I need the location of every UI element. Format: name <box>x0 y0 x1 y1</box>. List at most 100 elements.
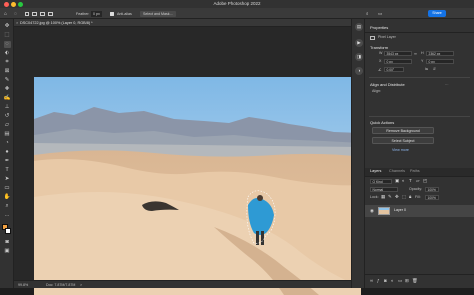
gradient-tool-icon[interactable]: ▤ <box>4 131 11 138</box>
learn-icon[interactable]: ▤ <box>355 23 363 31</box>
h-label: H <box>421 51 424 55</box>
share-button[interactable]: Share <box>428 9 446 17</box>
select-and-mask-button[interactable]: Select and Mask... <box>140 10 176 17</box>
filter-type-icon[interactable]: T <box>409 178 412 184</box>
eyedropper-tool-icon[interactable]: ✎ <box>4 77 11 84</box>
layer-thumbnail <box>378 207 390 215</box>
marquee-tool-icon[interactable]: ⬚ <box>4 32 11 39</box>
quick-actions-heading[interactable]: Quick Actions <box>370 120 394 125</box>
frame-tool-icon[interactable]: ⊠ <box>4 68 11 75</box>
blur-tool-icon[interactable]: ◔ <box>4 140 11 147</box>
panel-icon-strip: ▤ ▶ ◨ ◑ <box>351 19 365 288</box>
link-layers-icon[interactable]: ∞ <box>370 278 373 284</box>
type-tool-icon[interactable]: T <box>4 167 11 174</box>
align-label: Align: <box>372 89 381 93</box>
adjustments-icon[interactable]: ◑ <box>355 67 363 75</box>
tools-panel: ✥ ⬚ ◌ ⬖ ⌗ ⊠ ✎ ✚ ✍ ⊥ ↺ ▱ ▤ ◔ ● ✒ T ➤ ▭ ✋ … <box>0 19 14 288</box>
add-to-selection-icon[interactable] <box>32 11 37 16</box>
flip-horizontal-icon[interactable]: ⇋ <box>425 67 428 71</box>
clone-stamp-tool-icon[interactable]: ⊥ <box>4 104 11 111</box>
remove-background-button[interactable]: Remove Background <box>372 127 434 134</box>
new-selection-icon[interactable] <box>25 11 29 16</box>
lock-image-icon[interactable]: ✎ <box>388 194 392 200</box>
more-tools-icon[interactable]: … <box>4 212 11 219</box>
filter-adjustment-icon[interactable]: ◐ <box>402 178 405 184</box>
layers-tab[interactable]: Layers <box>370 168 381 175</box>
x-field[interactable]: 0 px <box>384 59 412 64</box>
adjustment-layer-icon[interactable]: ◐ <box>391 278 394 284</box>
feather-input[interactable]: 0 px <box>91 10 102 17</box>
search-icon[interactable]: ⌕ <box>366 11 369 17</box>
properties-tab[interactable]: Properties <box>370 25 388 30</box>
history-brush-tool-icon[interactable]: ↺ <box>4 113 11 120</box>
opacity-field[interactable]: 100% <box>425 187 439 192</box>
pen-tool-icon[interactable]: ✒ <box>4 158 11 165</box>
more-options-icon[interactable]: … <box>445 82 449 86</box>
object-selection-tool-icon[interactable]: ⬖ <box>4 50 11 57</box>
options-bar: ⌂ ◌ Feather: 0 px Anti-alias Select and … <box>0 8 474 19</box>
filter-shape-icon[interactable]: ▱ <box>416 178 419 184</box>
healing-brush-tool-icon[interactable]: ✚ <box>4 86 11 93</box>
rectangle-tool-icon[interactable]: ▭ <box>4 185 11 192</box>
link-icon[interactable]: ∞ <box>414 51 417 56</box>
move-tool-icon[interactable]: ✥ <box>4 23 11 30</box>
home-icon[interactable]: ⌂ <box>4 11 7 17</box>
layer-mask-icon[interactable]: ◙ <box>384 278 387 284</box>
intersect-selection-icon[interactable] <box>48 11 53 16</box>
screen-mode-icon[interactable]: ▣ <box>4 248 11 255</box>
width-field[interactable]: 3543 px <box>384 51 412 56</box>
background-color-swatch[interactable] <box>5 228 11 234</box>
lock-position-icon[interactable]: ✥ <box>395 194 399 200</box>
paths-tab[interactable]: Paths <box>410 168 420 175</box>
hand-tool-icon[interactable]: ✋ <box>4 194 11 201</box>
y-label: Y <box>421 59 424 63</box>
brush-tool-icon[interactable]: ✍ <box>4 95 11 102</box>
layer-row[interactable]: ◉ Layer 0 <box>365 205 474 217</box>
eraser-tool-icon[interactable]: ▱ <box>4 122 11 129</box>
lock-artboard-icon[interactable]: ⬚ <box>402 194 406 200</box>
visibility-eye-icon[interactable]: ◉ <box>370 208 374 214</box>
workspace-icon[interactable]: ▭ <box>378 11 382 17</box>
dodge-tool-icon[interactable]: ● <box>4 149 11 156</box>
delete-layer-icon[interactable]: 🗑︎ <box>412 278 418 284</box>
layer-type-label: Pixel Layer <box>378 35 396 39</box>
subtract-from-selection-icon[interactable] <box>40 11 45 16</box>
view-more-link[interactable]: View more <box>392 148 409 152</box>
transform-heading[interactable]: Transform <box>370 45 388 50</box>
height-field[interactable]: 2362 px <box>426 51 454 56</box>
lock-all-icon[interactable]: 🔒︎ <box>409 194 411 200</box>
zoom-tool-icon[interactable]: ⌕ <box>4 203 11 210</box>
select-subject-button[interactable]: Select Subject <box>372 137 434 144</box>
angle-field[interactable]: 0.00° <box>384 67 404 72</box>
flip-vertical-icon[interactable]: ⇵ <box>433 67 436 71</box>
anti-alias-checkbox[interactable] <box>110 11 114 16</box>
play-icon[interactable]: ▶ <box>355 39 363 47</box>
close-tab-icon[interactable]: × <box>16 19 18 27</box>
quick-mask-icon[interactable]: ◙ <box>4 239 11 246</box>
lasso-tool-icon[interactable]: ◌ <box>3 41 11 48</box>
layer-style-icon[interactable]: ƒ <box>377 278 380 284</box>
new-layer-icon[interactable]: ⊞ <box>405 278 409 284</box>
lock-transparent-icon[interactable]: ▦ <box>381 194 385 200</box>
fill-field[interactable]: 100% <box>425 195 439 200</box>
layer-name[interactable]: Layer 0 <box>394 208 406 212</box>
lasso-tool-icon[interactable]: ◌ <box>14 11 17 17</box>
group-icon[interactable]: ▭ <box>398 278 402 284</box>
canvas-area[interactable] <box>14 27 364 295</box>
document-tab[interactable]: × DSC04722.jpg @ 100% (Layer 0, RGB/8) * <box>14 19 364 27</box>
y-field[interactable]: 0 px <box>426 59 454 64</box>
path-selection-tool-icon[interactable]: ➤ <box>4 176 11 183</box>
filter-kind-select[interactable]: Q Kind <box>370 179 392 184</box>
filter-pixel-icon[interactable]: ▣ <box>395 178 399 184</box>
divider <box>365 176 474 177</box>
divider <box>365 274 474 275</box>
channels-tab[interactable]: Channels <box>389 168 405 175</box>
canvas-image[interactable] <box>34 77 361 295</box>
align-heading[interactable]: Align and Distribute <box>370 82 405 87</box>
opacity-label: Opacity: <box>409 187 423 191</box>
blend-mode-select[interactable]: Normal <box>370 187 398 192</box>
crop-tool-icon[interactable]: ⌗ <box>4 59 11 66</box>
filter-smart-object-icon[interactable]: ◰ <box>423 178 427 184</box>
libraries-icon[interactable]: ◨ <box>355 53 363 61</box>
status-bar: 99.8% Doc: 7.87M/7.87M > <box>14 280 364 288</box>
